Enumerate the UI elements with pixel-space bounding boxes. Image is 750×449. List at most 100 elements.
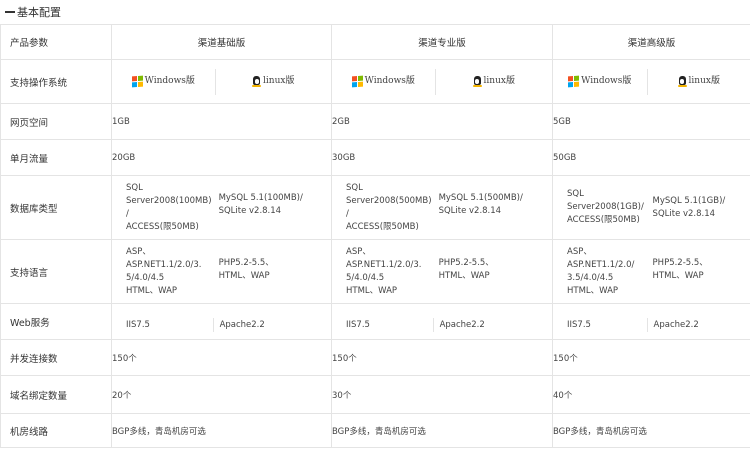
row-label-lang: 支持语言	[0, 239, 112, 304]
table-row: 机房线路 BGP多线，青岛机房可选 BGP多线，青岛机房可选 BGP多线，青岛机…	[0, 413, 750, 448]
db-text: SQLite v2.8.14	[438, 205, 502, 216]
db-text: ACCESS(限50MB)	[126, 221, 199, 232]
windows-label: Windows版	[581, 76, 632, 86]
os-cell-basic: Windows版 linux版	[111, 59, 332, 104]
db-advanced: SQL Server2008(1GB)/ ACCESS(限50MB) MySQL…	[552, 175, 750, 240]
db-text: MySQL 5.1(100MB)/	[218, 192, 303, 203]
lang-pro: ASP、ASP.NET1.1/2.0/3. 5/4.0/4.5 HTML、WAP…	[331, 239, 553, 304]
line-advanced: BGP多线，青岛机房可选	[552, 413, 750, 448]
web-basic: IIS7.5 Apache2.2	[111, 303, 332, 340]
lang-advanced: ASP、ASP.NET1.1/2.0/ 3.5/4.0/4.5 HTML、WAP…	[552, 239, 750, 304]
lang-text: HTML、WAP	[218, 270, 270, 281]
dash-icon	[5, 11, 15, 13]
lang-text: HTML、WAP	[438, 270, 490, 281]
lang-text: HTML、WAP	[567, 285, 619, 296]
db-text: SQLite v2.8.14	[652, 208, 716, 219]
lang-text: PHP5.2-5.5、	[652, 257, 708, 268]
table-row: 支持操作系统 Windows版 linux版 Windows版 linux版 W…	[0, 59, 750, 104]
header-advanced: 渠道高级版	[552, 24, 750, 60]
db-text: MySQL 5.1(500MB)/	[438, 192, 523, 203]
db-text: ACCESS(限50MB)	[567, 215, 640, 225]
web-pro: IIS7.5 Apache2.2	[331, 303, 553, 340]
row-label-space: 网页空间	[0, 103, 112, 140]
linux-label: linux版	[688, 76, 720, 86]
space-pro: 2GB	[331, 103, 553, 140]
db-text: /	[126, 208, 129, 219]
table-row: 域名绑定数量 20个 30个 40个	[0, 375, 750, 414]
lang-text: HTML、WAP	[346, 285, 398, 296]
row-label-os: 支持操作系统	[0, 59, 112, 104]
linux-icon	[472, 76, 482, 87]
header-basic: 渠道基础版	[111, 24, 332, 60]
domains-advanced: 40个	[552, 375, 750, 414]
linux-icon	[677, 76, 687, 87]
windows-label: Windows版	[144, 76, 195, 86]
row-label-web: Web服务	[0, 303, 112, 340]
header-param: 产品参数	[0, 24, 112, 60]
linux-option[interactable]: linux版	[436, 75, 552, 88]
db-text: /	[346, 208, 349, 219]
windows-icon	[131, 75, 143, 88]
db-pro: SQL Server2008(500MB) / ACCESS(限50MB) My…	[331, 175, 553, 240]
os-cell-pro: Windows版 linux版	[331, 59, 553, 104]
lang-text: ASP、ASP.NET1.1/2.0/3.	[126, 246, 202, 270]
section-title: 基本配置	[17, 6, 61, 19]
iis-text: IIS7.5	[567, 319, 591, 330]
conn-basic: 150个	[111, 339, 332, 376]
db-text: ACCESS(限50MB)	[346, 221, 419, 232]
windows-option[interactable]: Windows版	[332, 68, 436, 95]
table-row: 网页空间 1GB 2GB 5GB	[0, 103, 750, 140]
windows-icon	[568, 75, 580, 88]
linux-option[interactable]: linux版	[648, 75, 750, 88]
table-row: 并发连接数 150个 150个 150个	[0, 339, 750, 376]
header-pro: 渠道专业版	[331, 24, 553, 60]
row-label-traffic: 单月流量	[0, 139, 112, 176]
domains-basic: 20个	[111, 375, 332, 414]
apache-text: Apache2.2	[646, 317, 750, 332]
lang-text: 3.5/4.0/4.5	[567, 272, 614, 283]
traffic-basic: 20GB	[111, 139, 332, 176]
apache-text: Apache2.2	[212, 317, 331, 332]
apache-text: Apache2.2	[432, 317, 552, 332]
line-pro: BGP多线，青岛机房可选	[331, 413, 553, 448]
table-row: 支持语言 ASP、ASP.NET1.1/2.0/3. 5/4.0/4.5 HTM…	[0, 239, 750, 304]
conn-pro: 150个	[331, 339, 553, 376]
row-label-domains: 域名绑定数量	[0, 375, 112, 414]
row-label-conn: 并发连接数	[0, 339, 112, 376]
db-text: SQL Server2008(100MB)	[126, 182, 212, 206]
db-text: MySQL 5.1(1GB)/	[652, 195, 726, 206]
lang-text: ASP、ASP.NET1.1/2.0/3.	[346, 246, 422, 270]
row-label-line: 机房线路	[0, 413, 112, 448]
traffic-advanced: 50GB	[552, 139, 750, 176]
table-row: 单月流量 20GB 30GB 50GB	[0, 139, 750, 176]
web-advanced: IIS7.5 Apache2.2	[552, 303, 750, 340]
linux-label: linux版	[263, 76, 295, 86]
db-text: SQLite v2.8.14	[218, 205, 282, 216]
lang-text: PHP5.2-5.5、	[438, 257, 494, 268]
db-text: SQL Server2008(1GB)/	[567, 189, 644, 212]
domains-pro: 30个	[331, 375, 553, 414]
section-header: 基本配置	[0, 0, 750, 24]
lang-text: ASP、ASP.NET1.1/2.0/	[567, 246, 635, 270]
db-text: SQL Server2008(500MB)	[346, 182, 432, 206]
windows-option[interactable]: Windows版	[112, 68, 216, 95]
lang-basic: ASP、ASP.NET1.1/2.0/3. 5/4.0/4.5 HTML、WAP…	[111, 239, 332, 304]
windows-icon	[351, 75, 363, 88]
lang-text: HTML、WAP	[126, 285, 178, 296]
space-advanced: 5GB	[552, 103, 750, 140]
iis-text: IIS7.5	[126, 319, 150, 330]
iis-text: IIS7.5	[346, 319, 370, 330]
linux-icon	[252, 76, 262, 87]
windows-option[interactable]: Windows版	[553, 68, 648, 95]
windows-label: Windows版	[364, 76, 415, 86]
os-cell-advanced: Windows版 linux版	[552, 59, 750, 104]
db-basic: SQL Server2008(100MB) / ACCESS(限50MB) My…	[111, 175, 332, 240]
linux-option[interactable]: linux版	[216, 75, 331, 88]
lang-text: HTML、WAP	[652, 270, 704, 281]
traffic-pro: 30GB	[331, 139, 553, 176]
table-header-row: 产品参数 渠道基础版 渠道专业版 渠道高级版	[0, 24, 750, 60]
linux-label: linux版	[483, 76, 515, 86]
spec-table: 产品参数 渠道基础版 渠道专业版 渠道高级版 支持操作系统 Windows版 l…	[0, 24, 750, 448]
table-row: Web服务 IIS7.5 Apache2.2 IIS7.5 Apache2.2 …	[0, 303, 750, 340]
row-label-db: 数据库类型	[0, 175, 112, 240]
